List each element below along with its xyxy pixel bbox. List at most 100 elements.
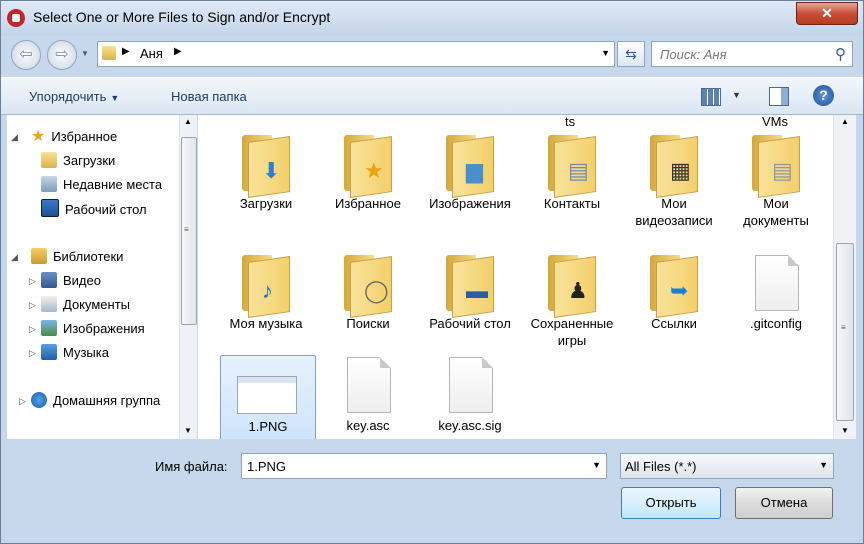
file-list: ts VMs ⬇ Загрузки ★ Избранное ▆ Изображе… — [198, 115, 833, 439]
sidebar-item-libraries[interactable]: Библиотеки — [31, 247, 123, 267]
back-button[interactable]: ⇦ — [11, 40, 41, 70]
change-view-icon[interactable] — [701, 88, 721, 106]
magnifier-icon: ◯ — [364, 278, 389, 303]
scroll-down-icon[interactable]: ▼ — [184, 426, 192, 435]
navigation-bar: ⇦ ⇨ ▼ ▶ Аня ▶ ▼ ⇆ ⚲ — [1, 37, 863, 73]
filename-field[interactable]: ▼ — [241, 453, 607, 479]
breadcrumb-separator-icon[interactable]: ▶ — [122, 46, 130, 57]
file-name: Сохраненные игры — [530, 316, 614, 348]
file-item-key-asc-sig[interactable]: key.asc.sig — [423, 355, 517, 439]
organize-button[interactable]: Упорядочить ▼ — [29, 89, 119, 104]
folder-item-links[interactable]: ➥ Ссылки — [627, 253, 721, 337]
expand-arrow-icon[interactable]: ▷ — [29, 324, 36, 335]
file-name: Мои документы — [743, 196, 809, 228]
download-arrow-icon: ⬇ — [262, 158, 281, 183]
file-name: Избранное — [335, 196, 401, 211]
search-box[interactable]: ⚲ — [651, 41, 853, 67]
folder-item-searches[interactable]: ◯ Поиски — [321, 253, 415, 337]
folder-item-contacts[interactable]: ▤ Контакты — [525, 133, 619, 217]
chevron-down-icon: ▼ — [110, 93, 120, 103]
search-icon[interactable]: ⚲ — [835, 45, 846, 63]
folder-icon: ▦ — [650, 135, 698, 198]
forward-button[interactable]: ⇨ — [47, 40, 77, 70]
folder-item-downloads[interactable]: ⬇ Загрузки — [219, 133, 313, 217]
folder-item-music[interactable]: ♪ Моя музыка — [219, 253, 313, 337]
file-item-key-asc[interactable]: key.asc — [321, 355, 415, 439]
expand-arrow-icon[interactable]: ▷ — [29, 348, 36, 359]
folder-item-saved-games[interactable]: ♟ Сохраненные игры — [525, 253, 619, 348]
file-name: Мои видеозаписи — [635, 196, 713, 228]
sidebar-item-music[interactable]: Музыка — [41, 343, 109, 363]
filetype-value: All Files (*.*) — [625, 459, 697, 474]
pictures-icon: ▆ — [466, 158, 483, 183]
breadcrumb-separator-icon[interactable]: ▶ — [174, 46, 182, 57]
sidebar-item-video[interactable]: Видео — [41, 271, 101, 291]
filetype-select[interactable]: All Files (*.*) ▼ — [620, 453, 834, 479]
expand-arrow-icon[interactable]: ▷ — [19, 396, 26, 407]
recent-places-icon — [41, 176, 57, 192]
search-input[interactable] — [658, 45, 822, 63]
file-name: .gitconfig — [749, 316, 803, 331]
scroll-up-icon[interactable]: ▲ — [841, 117, 849, 126]
collapse-arrow-icon[interactable]: ◢ — [11, 252, 18, 263]
star-icon: ★ — [364, 158, 384, 183]
preview-pane-icon[interactable] — [769, 87, 789, 106]
command-bar: Упорядочить ▼ Новая папка ▼ ? — [1, 77, 863, 115]
sidebar-item-label: Музыка — [63, 345, 109, 360]
file-list-scrollbar[interactable]: ▲ ≡ ▼ — [833, 115, 856, 439]
folder-icon: ⬇ — [242, 135, 290, 198]
open-button[interactable]: Открыть — [621, 487, 721, 519]
folder-item-desktop[interactable]: ▬ Рабочий стол — [423, 253, 517, 337]
sidebar-item-documents[interactable]: Документы — [41, 295, 130, 315]
chess-icon: ♟ — [568, 278, 588, 303]
file-name: Загрузки — [239, 196, 293, 211]
partial-item-label[interactable]: VMs — [762, 115, 788, 129]
view-options-dropdown-icon[interactable]: ▼ — [732, 90, 741, 100]
sidebar-item-label: Избранное — [51, 129, 118, 144]
recent-pages-dropdown-icon[interactable]: ▼ — [81, 49, 89, 58]
sidebar-scrollbar[interactable]: ▲ ≡ ▼ — [179, 115, 197, 439]
refresh-button[interactable]: ⇆ — [617, 41, 645, 67]
title-bar[interactable]: Select One or More Files to Sign and/or … — [1, 1, 863, 35]
scroll-grip-icon: ≡ — [184, 225, 189, 234]
folder-icon: ◯ — [344, 255, 392, 318]
sidebar-item-recent-places[interactable]: Недавние места — [41, 175, 162, 195]
file-item-gitconfig[interactable]: .gitconfig — [729, 253, 823, 337]
sidebar-item-favorites[interactable]: ★ Избранное — [31, 127, 117, 147]
navigation-pane: ◢ ★ Избранное Загрузки Недавние места Раб… — [7, 115, 179, 439]
file-name: Моя музыка — [229, 316, 303, 331]
blank-file-icon — [755, 255, 799, 311]
folder-icon: ▤ — [548, 135, 596, 198]
address-bar[interactable]: ▶ Аня ▶ ▼ — [97, 41, 615, 67]
film-icon: ▦ — [670, 158, 691, 183]
filename-input[interactable] — [245, 458, 579, 475]
folder-icon: ▆ — [446, 135, 494, 198]
collapse-arrow-icon[interactable]: ◢ — [11, 132, 18, 143]
scroll-up-icon[interactable]: ▲ — [184, 117, 192, 126]
sidebar-item-homegroup[interactable]: Домашняя группа — [31, 391, 160, 411]
folder-item-pictures[interactable]: ▆ Изображения — [423, 133, 517, 217]
expand-arrow-icon[interactable]: ▷ — [29, 276, 36, 287]
folder-item-my-documents[interactable]: ▤ Мои документы — [729, 133, 823, 228]
folder-item-videos[interactable]: ▦ Мои видеозаписи — [627, 133, 721, 228]
cancel-button[interactable]: Отмена — [735, 487, 833, 519]
scroll-thumb[interactable] — [836, 243, 854, 421]
scroll-down-icon[interactable]: ▼ — [841, 426, 849, 435]
sidebar-item-downloads[interactable]: Загрузки — [41, 151, 115, 171]
star-icon: ★ — [31, 128, 46, 145]
chevron-down-icon[interactable]: ▼ — [592, 460, 601, 470]
folder-item-favorites[interactable]: ★ Избранное — [321, 133, 415, 217]
file-item-1-png[interactable]: 1.PNG — [220, 355, 316, 439]
sidebar-item-desktop[interactable]: Рабочий стол — [41, 199, 147, 219]
address-dropdown-icon[interactable]: ▼ — [601, 48, 610, 58]
help-icon[interactable]: ? — [813, 85, 834, 106]
breadcrumb-user[interactable]: Аня — [140, 46, 163, 61]
new-folder-button[interactable]: Новая папка — [171, 89, 247, 104]
sidebar-item-pictures[interactable]: Изображения — [41, 319, 145, 339]
expand-arrow-icon[interactable]: ▷ — [29, 300, 36, 311]
folder-icon: ▤ — [752, 135, 800, 198]
partial-item-label[interactable]: ts — [565, 115, 575, 129]
chevron-down-icon[interactable]: ▼ — [819, 460, 828, 470]
close-button[interactable]: ✕ — [796, 2, 858, 25]
libraries-icon — [31, 248, 47, 264]
